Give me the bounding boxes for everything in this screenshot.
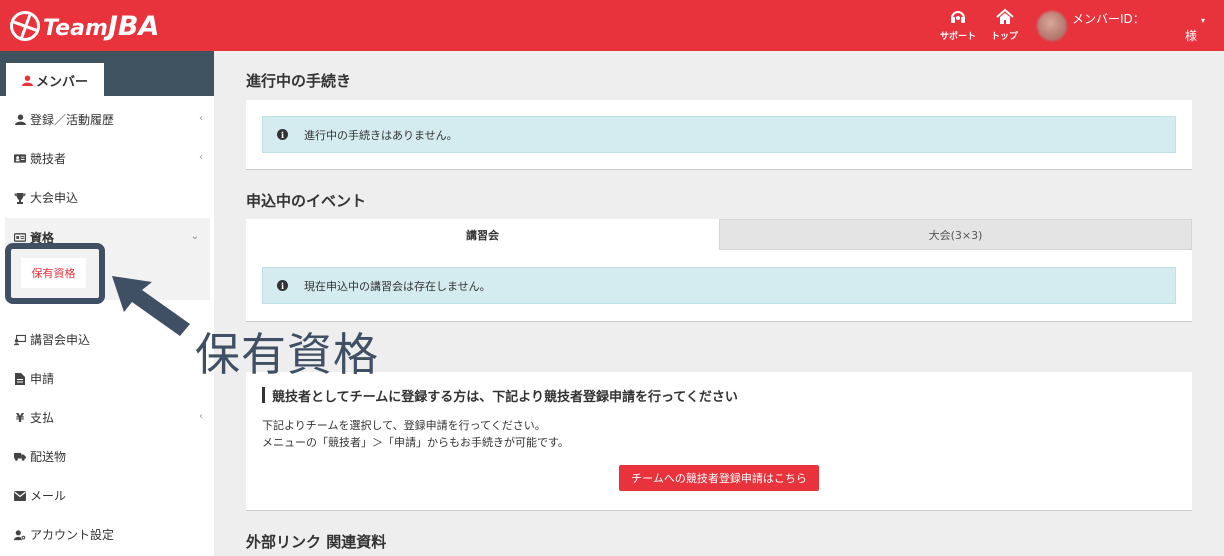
sidebar-item-label: 配送物 bbox=[30, 450, 67, 464]
chevron-left-icon: ‹ bbox=[199, 113, 203, 124]
sidebar-item-label: 大会申込 bbox=[30, 191, 79, 205]
player-registration-button[interactable]: チームへの競技者登録申請はこちら bbox=[619, 465, 819, 491]
chevron-down-icon[interactable]: ▾ bbox=[1201, 16, 1205, 25]
tab-lecture[interactable]: 講習会 bbox=[246, 219, 719, 250]
registration-text-2: メニューの「競技者」＞「申請」からもお手続きが可能です。 bbox=[262, 436, 569, 449]
chevron-down-icon: ⌄ bbox=[190, 231, 199, 242]
sidebar-tabbar: メンバー bbox=[0, 51, 214, 97]
certificate-icon bbox=[14, 232, 26, 244]
sidebar-item-label: アカウント設定 bbox=[30, 528, 115, 542]
sidebar-item-deliveries[interactable]: 配送物 bbox=[0, 437, 214, 476]
player-registration-panel: 競技者としてチームに登録する方は、下記より競技者登録申請を行ってください 下記よ… bbox=[246, 372, 1192, 511]
lecture-icon bbox=[14, 334, 26, 346]
sidebar-item-label: 講習会申込 bbox=[30, 333, 91, 347]
logo-prefix: Team bbox=[43, 15, 108, 41]
sidebar-item-label: 登録／活動履歴 bbox=[30, 113, 115, 127]
home-icon bbox=[995, 8, 1014, 24]
document-icon bbox=[14, 372, 26, 385]
events-info-box: i 現在申込中の講習会は存在しません。 bbox=[262, 267, 1176, 304]
honorific-label: 様 bbox=[1185, 29, 1198, 43]
info-icon: i bbox=[277, 129, 288, 140]
procedures-info-box: i 進行中の手続きはありません。 bbox=[262, 116, 1176, 153]
chevron-left-icon: ‹ bbox=[199, 411, 203, 422]
tab-member-label: メンバー bbox=[35, 74, 88, 90]
user-icon bbox=[21, 74, 33, 86]
sidebar-item-label: 支払 bbox=[30, 411, 55, 425]
chevron-left-icon: ‹ bbox=[199, 152, 203, 163]
headset-icon bbox=[951, 11, 965, 23]
procedures-title: 進行中の手続き bbox=[246, 72, 352, 90]
events-message: 現在申込中の講習会は存在しません。 bbox=[304, 279, 491, 293]
basketball-icon bbox=[10, 11, 40, 41]
sidebar-item-label: 申請 bbox=[30, 372, 55, 386]
support-button[interactable]: サポート bbox=[940, 8, 976, 42]
truck-icon bbox=[14, 451, 26, 463]
registration-title: 競技者としてチームに登録する方は、下記より競技者登録申請を行ってください bbox=[262, 387, 738, 405]
logo-main: JBA bbox=[107, 10, 160, 42]
sidebar-item-account-settings[interactable]: アカウント設定 bbox=[0, 515, 214, 554]
top-label: トップ bbox=[991, 32, 1019, 42]
member-id-label: メンバーID： bbox=[1072, 12, 1145, 26]
user-gear-icon bbox=[14, 529, 26, 541]
annotation-arrow-icon bbox=[112, 276, 190, 336]
sidebar-item-player[interactable]: 競技者 ‹ bbox=[0, 139, 214, 178]
events-tabs: 講習会 大会(3×3) bbox=[246, 219, 1192, 250]
tab-member[interactable]: メンバー bbox=[6, 63, 104, 97]
sidebar-item-payment[interactable]: ¥ 支払 ‹ bbox=[0, 398, 214, 437]
external-links-title: 外部リンク 関連資料 bbox=[246, 533, 387, 551]
procedures-message: 進行中の手続きはありません。 bbox=[304, 128, 458, 142]
sidebar-item-tournament-entry[interactable]: 大会申込 bbox=[0, 178, 214, 217]
avatar[interactable] bbox=[1037, 11, 1067, 41]
tab-tournament-3x3[interactable]: 大会(3×3) bbox=[719, 219, 1192, 250]
trophy-icon bbox=[14, 192, 26, 204]
mail-icon bbox=[14, 490, 26, 502]
annotation-label: 保有資格 bbox=[195, 328, 380, 381]
id-card-icon bbox=[14, 153, 26, 165]
sidebar-item-application[interactable]: 申請 bbox=[0, 359, 214, 398]
events-title: 申込中のイベント bbox=[246, 192, 367, 210]
sidebar-item-mail[interactable]: メール bbox=[0, 476, 214, 515]
events-panel: 講習会 大会(3×3) i 現在申込中の講習会は存在しません。 bbox=[246, 219, 1192, 322]
top-header: TeamJBA サポート トップ メンバーID： ▾ 様 bbox=[0, 0, 1224, 51]
support-label: サポート bbox=[940, 32, 977, 42]
yen-icon: ¥ bbox=[15, 410, 25, 425]
sidebar-item-label: 競技者 bbox=[30, 152, 67, 166]
registration-text-1: 下記よりチームを選択して、登録申請を行ってください。 bbox=[262, 419, 546, 432]
team-jba-logo[interactable]: TeamJBA bbox=[10, 8, 159, 44]
procedures-panel: i 進行中の手続きはありません。 bbox=[246, 100, 1192, 170]
sidebar-item-registration-history[interactable]: 登録／活動履歴 ‹ bbox=[0, 100, 214, 139]
sidebar-item-label: メール bbox=[30, 489, 67, 503]
user-icon bbox=[14, 114, 26, 126]
top-button[interactable]: トップ bbox=[991, 8, 1018, 42]
annotation-highlight-box bbox=[5, 243, 105, 304]
info-icon: i bbox=[277, 280, 288, 291]
